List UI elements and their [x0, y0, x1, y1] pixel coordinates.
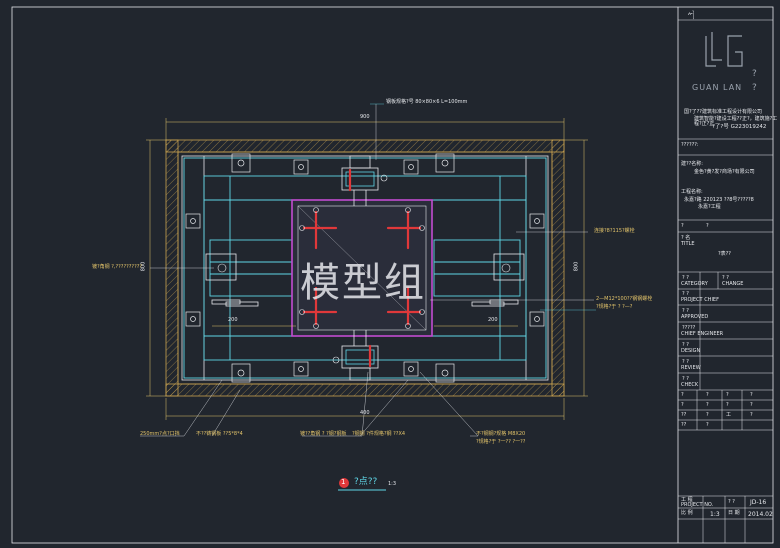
dim-bottom: 400	[360, 410, 370, 416]
top-callout: 钢板规格?号 80×80×6 L=100mm	[386, 99, 468, 105]
left-note: 镀?角钢 ?,??????????	[92, 264, 143, 270]
right-note-1: 连接?8?115?螺栓	[594, 228, 635, 234]
drawing-annotations: 钢板规格?号 80×80×6 L=100mm 900 400 800 800 2…	[0, 0, 780, 548]
bottom-note-6: ?规格?于 ?一?? ?一??	[476, 439, 526, 445]
bottom-note-4: ?钢钢 ?件规格?钢 ??X4	[352, 431, 406, 437]
dim-mid-right: 200	[488, 317, 498, 323]
bottom-note-2: 不??铸钢板 ??5*8*4	[196, 431, 243, 437]
right-note-2: 2—M12*100??钢钢螺栓	[596, 296, 653, 302]
cad-drawing-canvas: { "watermark": "模型组", "brand": {"logo_te…	[0, 0, 780, 548]
dim-mid-left: 200	[228, 317, 238, 323]
bottom-note-5: 不?钢钢?规格 M8X20	[476, 431, 526, 437]
bottom-note-1: 250mm?点?口挡	[140, 431, 180, 437]
caption-number: 1	[341, 478, 346, 486]
caption-text: ?点??	[354, 477, 378, 487]
dim-right: 800	[573, 261, 580, 272]
right-note-3: ?规格?于 ? ?—?	[596, 304, 633, 310]
dim-top: 900	[360, 114, 370, 120]
bottom-note-3: 镀??角钢 ? ?钢?钢板	[300, 431, 347, 437]
caption-scale: 1:3	[388, 481, 397, 487]
